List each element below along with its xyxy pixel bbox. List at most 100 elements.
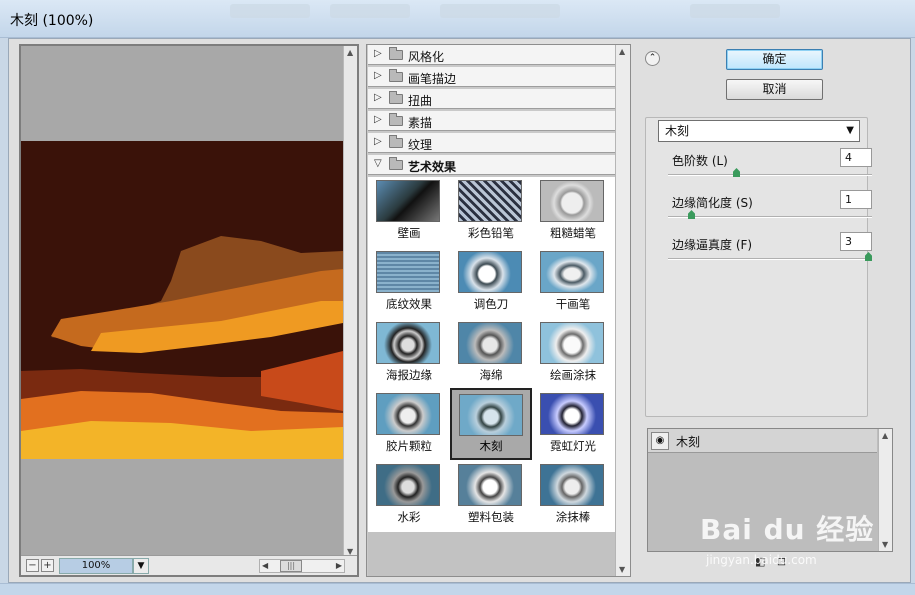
preview-vertical-scrollbar[interactable]: ▲ ▼ — [343, 46, 357, 558]
ok-button[interactable]: 确定 — [726, 49, 823, 70]
ghost-menu — [330, 4, 410, 18]
thumbnail-image — [376, 393, 440, 435]
thumbnail-image — [458, 180, 522, 222]
zoom-out-button[interactable]: − — [26, 559, 39, 572]
thumb-label: 干画笔 — [555, 297, 591, 311]
levels-input[interactable]: 4 — [840, 148, 872, 167]
thumb-label: 海绵 — [479, 368, 503, 382]
scroll-down-icon[interactable]: ▼ — [619, 565, 625, 574]
thumbnail-image — [458, 464, 522, 506]
folder-open-icon — [389, 157, 403, 170]
category-sketch[interactable]: ▷ 素描 — [368, 111, 615, 131]
thumbnail-image — [376, 180, 440, 222]
scroll-right-icon[interactable]: ▶ — [336, 560, 342, 572]
zoom-level-field[interactable]: 100% — [59, 558, 133, 574]
scroll-thumb[interactable]: ||| — [280, 560, 302, 572]
thumbnail-image — [376, 464, 440, 506]
layers-vertical-scrollbar[interactable]: ▲ ▼ — [878, 429, 892, 551]
filter-gallery: ▷ 风格化 ▷ 画笔描边 ▷ 扭曲 ▷ 素描 ▷ 纹理 ▽ 艺术效果 壁画 彩色… — [366, 44, 631, 577]
scroll-up-icon[interactable]: ▲ — [619, 47, 625, 56]
zoom-dropdown-icon[interactable]: ▼ — [133, 558, 149, 574]
ghost-menu — [440, 4, 560, 18]
expand-triangle-icon[interactable]: ▷ — [374, 70, 382, 81]
window-title: 木刻 (100%) — [10, 13, 94, 29]
filter-select-value: 木刻 — [665, 124, 690, 138]
thumb-label: 海报边缘 — [386, 368, 432, 382]
thumbnail-image — [540, 393, 604, 435]
category-distort[interactable]: ▷ 扭曲 — [368, 89, 615, 109]
expand-triangle-icon[interactable]: ▷ — [374, 92, 382, 103]
slider-knob-icon[interactable] — [688, 210, 695, 219]
category-label: 扭曲 — [408, 94, 433, 108]
thumb-film-grain[interactable]: 胶片颗粒 — [370, 390, 448, 460]
eye-icon[interactable]: ◉ — [651, 432, 669, 450]
slider-knob-icon[interactable] — [733, 168, 740, 177]
thumb-palette-knife[interactable]: 调色刀 — [452, 248, 530, 318]
preview-horizontal-scrollbar[interactable]: ◀ ||| ▶ — [259, 559, 345, 573]
gallery-vertical-scrollbar[interactable]: ▲ ▼ — [615, 45, 630, 576]
expand-triangle-icon[interactable]: ▷ — [374, 136, 382, 147]
thumbnail-image — [458, 251, 522, 293]
effect-layer-row[interactable]: ◉ 木刻 — [648, 429, 877, 453]
thumb-smudge-stick[interactable]: 涂抹棒 — [534, 461, 612, 531]
preview-pane[interactable]: ▲ ▼ − + 100% ▼ ◀ ||| ▶ — [19, 44, 359, 577]
thumb-colored-pencil[interactable]: 彩色铅笔 — [452, 177, 530, 247]
thumb-label: 水彩 — [397, 510, 421, 524]
thumb-paint-daubs[interactable]: 绘画涂抹 — [534, 319, 612, 389]
ghost-menu — [690, 4, 780, 18]
thumb-poster-edges[interactable]: 海报边缘 — [370, 319, 448, 389]
thumb-dry-brush[interactable]: 干画笔 — [534, 248, 612, 318]
scroll-down-icon[interactable]: ▼ — [882, 540, 888, 549]
collapse-triangle-icon[interactable]: ▽ — [374, 158, 382, 169]
chevron-down-icon: ▼ — [846, 125, 854, 136]
category-brush-strokes[interactable]: ▷ 画笔描边 — [368, 67, 615, 87]
thumbnail-image — [376, 322, 440, 364]
scroll-up-icon[interactable]: ▲ — [882, 431, 888, 440]
category-texture[interactable]: ▷ 纹理 — [368, 133, 615, 153]
thumbnail-image — [540, 464, 604, 506]
effect-layer-name: 木刻 — [676, 435, 701, 449]
gallery-empty-area — [368, 532, 615, 576]
preview-image[interactable] — [21, 141, 343, 459]
thumb-label: 粗糙蜡笔 — [550, 226, 596, 240]
thumb-label: 木刻 — [479, 439, 503, 453]
cancel-button[interactable]: 取消 — [726, 79, 823, 100]
filter-select[interactable]: 木刻 ▼ — [658, 120, 860, 142]
folder-icon — [389, 91, 403, 104]
expand-triangle-icon[interactable]: ▷ — [374, 48, 382, 59]
ghost-menu — [230, 4, 310, 18]
thumb-label: 底纹效果 — [386, 297, 432, 311]
thumb-cutout[interactable]: 木刻 — [450, 388, 532, 460]
expand-triangle-icon[interactable]: ▷ — [374, 114, 382, 125]
thumb-underpainting[interactable]: 底纹效果 — [370, 248, 448, 318]
param-label-levels: 色阶数 (L) — [672, 154, 728, 168]
thumbnail-image — [376, 251, 440, 293]
levels-slider[interactable] — [668, 168, 872, 177]
thumb-label: 霓虹灯光 — [550, 439, 596, 453]
thumb-neon-glow[interactable]: 霓虹灯光 — [534, 390, 612, 460]
slider-knob-icon[interactable] — [865, 252, 872, 261]
scroll-left-icon[interactable]: ◀ — [262, 560, 268, 572]
thumb-plastic-wrap[interactable]: 塑料包装 — [452, 461, 530, 531]
thumbnail-image — [458, 322, 522, 364]
thumb-watercolor[interactable]: 水彩 — [370, 461, 448, 531]
collapse-gallery-icon[interactable]: ⌃ — [645, 51, 660, 66]
scroll-up-icon[interactable]: ▲ — [347, 48, 353, 57]
thumb-rough-pastels[interactable]: 粗糙蜡笔 — [534, 177, 612, 247]
thumb-label: 彩色铅笔 — [468, 226, 514, 240]
category-stylize[interactable]: ▷ 风格化 — [368, 45, 615, 65]
edge-simplicity-slider[interactable] — [668, 210, 872, 219]
thumb-label: 胶片颗粒 — [386, 439, 432, 453]
category-artistic[interactable]: ▽ 艺术效果 — [368, 155, 615, 175]
category-label: 纹理 — [408, 138, 433, 152]
edge-simplicity-input[interactable]: 1 — [840, 190, 872, 209]
thumb-label: 涂抹棒 — [555, 510, 591, 524]
edge-fidelity-slider[interactable] — [668, 252, 872, 261]
thumbnail-grid: 壁画 彩色铅笔 粗糙蜡笔 底纹效果 调色刀 干画笔 海报边缘 海绵 绘画涂抹 胶… — [368, 177, 615, 532]
thumb-fresco[interactable]: 壁画 — [370, 177, 448, 247]
folder-icon — [389, 47, 403, 60]
edge-fidelity-input[interactable]: 3 — [840, 232, 872, 251]
folder-icon — [389, 69, 403, 82]
thumb-sponge[interactable]: 海绵 — [452, 319, 530, 389]
zoom-in-button[interactable]: + — [41, 559, 54, 572]
